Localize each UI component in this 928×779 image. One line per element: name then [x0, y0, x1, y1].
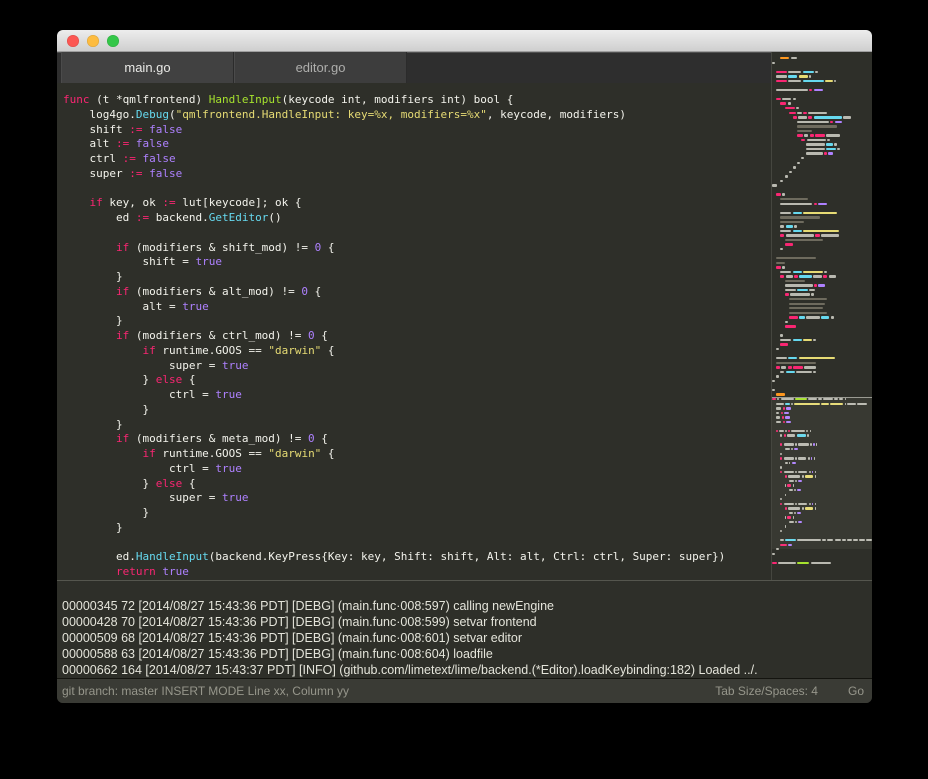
code-line: if runtime.GOOS == "darwin" { — [63, 344, 771, 359]
editor-window: main.goeditor.go func (t *qmlfrontend) H… — [57, 30, 872, 703]
code-line: shift = true — [63, 255, 771, 270]
tab-main.go[interactable]: main.go — [61, 52, 234, 83]
code-line: ctrl := false — [63, 152, 771, 167]
code-line: } — [63, 314, 771, 329]
tab-editor.go[interactable]: editor.go — [234, 52, 407, 83]
tab-bar: main.goeditor.go — [57, 52, 771, 83]
zoom-button[interactable] — [107, 35, 119, 47]
code-line: ed := backend.GetEditor() — [63, 211, 771, 226]
code-line: shift := false — [63, 123, 771, 138]
code-line: if (modifiers & shift_mod) != 0 { — [63, 241, 771, 256]
code-line: alt := false — [63, 137, 771, 152]
log-line: 00000588 63 [2014/08/27 15:43:36 PDT] [D… — [62, 646, 872, 662]
code-line: log4go.Debug("qmlfrontend.HandleInput: k… — [63, 108, 771, 123]
code-line: } — [63, 270, 771, 285]
log-line: 00000662 164 [2014/08/27 15:43:37 PDT] [… — [62, 662, 872, 678]
log-line: 00000345 72 [2014/08/27 15:43:36 PDT] [D… — [62, 598, 872, 614]
code-line: if (modifiers & meta_mod) != 0 { — [63, 432, 771, 447]
code-line: if key, ok := lut[keycode]; ok { — [63, 196, 771, 211]
window-titlebar[interactable] — [57, 30, 872, 52]
code-line: super := false — [63, 167, 771, 182]
code-line: return true — [63, 565, 771, 580]
code-line: alt = true — [63, 300, 771, 315]
minimap-lines — [772, 56, 872, 565]
tab-size-indicator[interactable]: Tab Size/Spaces: 4 — [715, 684, 818, 698]
code-line — [63, 536, 771, 551]
code-line: super = true — [63, 491, 771, 506]
log-line: 00000509 68 [2014/08/27 15:43:36 PDT] [D… — [62, 630, 872, 646]
code-line: ctrl = true — [63, 462, 771, 477]
console-output[interactable]: 00000345 72 [2014/08/27 15:43:36 PDT] [D… — [57, 581, 872, 678]
code-line: super = true — [63, 359, 771, 374]
code-line: } else { — [63, 477, 771, 492]
minimap[interactable] — [771, 52, 872, 580]
code-line: } else { — [63, 373, 771, 388]
minimize-button[interactable] — [87, 35, 99, 47]
code-line: } — [63, 506, 771, 521]
code-editor[interactable]: func (t *qmlfrontend) HandleInput(keycod… — [57, 83, 771, 580]
minimap-line — [772, 561, 872, 566]
code-line: ctrl = true — [63, 388, 771, 403]
code-line — [63, 182, 771, 197]
editor-content-row: main.goeditor.go func (t *qmlfrontend) H… — [57, 52, 872, 581]
code-line: } — [63, 418, 771, 433]
code-line: func (t *qmlfrontend) HandleInput(keycod… — [63, 93, 771, 108]
code-line: if runtime.GOOS == "darwin" { — [63, 447, 771, 462]
minimap-line — [772, 538, 872, 543]
code-line — [63, 226, 771, 241]
code-line: } — [63, 403, 771, 418]
close-button[interactable] — [67, 35, 79, 47]
code-line: if (modifiers & alt_mod) != 0 { — [63, 285, 771, 300]
syntax-indicator[interactable]: Go — [848, 684, 864, 698]
code-line: ed.HandleInput(backend.KeyPress{Key: key… — [63, 550, 771, 565]
status-bar: git branch: master INSERT MODE Line xx, … — [57, 678, 872, 703]
log-line: 00000428 70 [2014/08/27 15:43:36 PDT] [D… — [62, 614, 872, 630]
code-line: } — [63, 521, 771, 536]
status-left-text: git branch: master INSERT MODE Line xx, … — [62, 684, 349, 698]
editor-pane: main.goeditor.go func (t *qmlfrontend) H… — [57, 52, 771, 580]
code-line: if (modifiers & ctrl_mod) != 0 { — [63, 329, 771, 344]
